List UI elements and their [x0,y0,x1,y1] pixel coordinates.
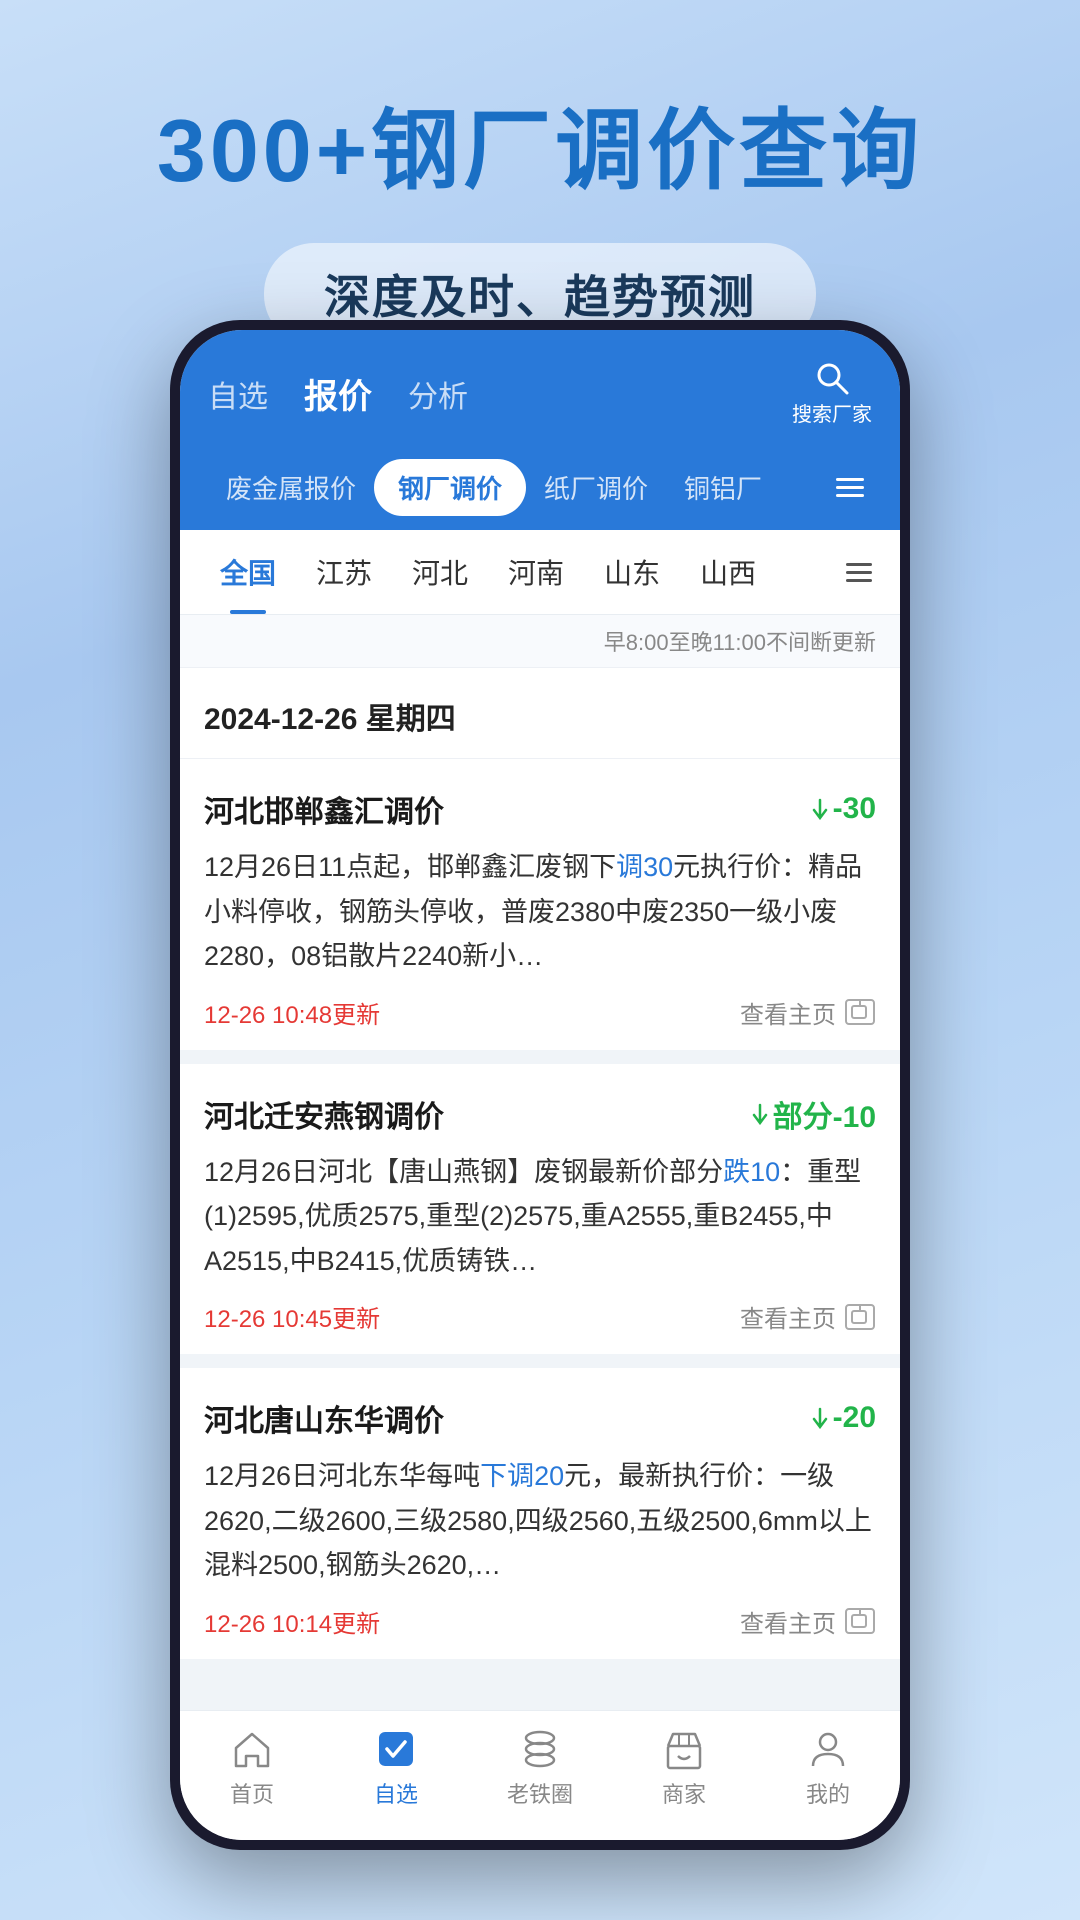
news-card-1[interactable]: 河北邯郸鑫汇调价 -30 12月26日11点起，邯郸鑫汇废钢下调30元执行价：精… [180,759,900,1050]
arrow-down-icon-3 [811,1407,829,1429]
news-body-1: 12月26日11点起，邯郸鑫汇废钢下调30元执行价：精品小料停收，钢筋头停收，普… [204,845,876,979]
search-button[interactable]: 搜索厂家 [792,360,872,427]
news-card-2[interactable]: 河北迁安燕钢调价 部分-10 12月26日河北【唐山燕钢】废钢最新价部分跌10：… [180,1064,900,1355]
arrow-down-icon-2 [751,1103,769,1125]
cat-tonglv[interactable]: 铜铝厂 [666,459,780,516]
region-bar: 全国 江苏 河北 河南 山东 山西 [180,530,900,615]
news-list: 河北邯郸鑫汇调价 -30 12月26日11点起，邯郸鑫汇废钢下调30元执行价：精… [180,759,900,1659]
cat-feijinshu[interactable]: 废金属报价 [208,459,374,516]
arrow-down-icon-1 [811,798,829,820]
bottom-nav: 首页 自选 老铁圈 [180,1710,900,1840]
region-hebei[interactable]: 河北 [392,530,488,614]
region-menu-icon[interactable] [838,555,880,590]
cat-gangchang[interactable]: 钢厂调价 [374,459,526,516]
bottom-nav-zixuan-label: 自选 [374,1777,418,1809]
news-link-1[interactable]: 查看主页 [740,995,876,1030]
news-time-3: 12-26 10:14更新 [204,1604,380,1639]
mine-icon [807,1728,849,1770]
bottom-nav-mine[interactable]: 我的 [756,1727,900,1809]
news-link-3[interactable]: 查看主页 [740,1604,876,1639]
nav-tab-baojia[interactable]: 报价 [304,369,372,418]
news-title-3: 河北唐山东华调价 [204,1396,444,1440]
link-icon-1 [844,998,876,1026]
region-jiangsu[interactable]: 江苏 [296,530,392,614]
news-card-3[interactable]: 河北唐山东华调价 -20 12月26日河北东华每吨下调20元，最新执行价：一级2… [180,1368,900,1659]
news-title-1: 河北邯郸鑫汇调价 [204,787,444,831]
region-shandong[interactable]: 山东 [584,530,680,614]
bottom-nav-laotie-label: 老铁圈 [507,1777,573,1809]
nav-tab-zixuan[interactable]: 自选 [208,372,268,416]
bottom-nav-home[interactable]: 首页 [180,1727,324,1809]
news-link-2[interactable]: 查看主页 [740,1299,876,1334]
shangjia-icon [663,1728,705,1770]
bottom-nav-shangjia[interactable]: 商家 [612,1727,756,1809]
top-nav: 自选 报价 分析 搜索厂家 废金属报价 钢厂调价 [180,330,900,530]
news-link-label-1: 查看主页 [740,995,836,1030]
bottom-nav-home-label: 首页 [230,1777,274,1809]
news-body-3: 12月26日河北东华每吨下调20元，最新执行价：一级2620,二级2600,三级… [204,1454,876,1588]
phone-screen: 自选 报价 分析 搜索厂家 废金属报价 钢厂调价 [180,330,900,1840]
region-henan[interactable]: 河南 [488,530,584,614]
region-quanguo[interactable]: 全国 [200,530,296,614]
news-change-3: -20 [811,1401,876,1435]
content-area[interactable]: 自选 报价 分析 搜索厂家 废金属报价 钢厂调价 [180,330,900,1710]
news-link-label-2: 查看主页 [740,1299,836,1334]
bottom-nav-mine-label: 我的 [806,1777,850,1809]
update-notice: 早8:00至晚11:00不间断更新 [180,615,900,668]
zixuan-icon [375,1728,417,1770]
category-menu-icon[interactable] [828,470,872,505]
home-icon [231,1728,273,1770]
news-body-2: 12月26日河北【唐山燕钢】废钢最新价部分跌10：重型(1)2595,优质257… [204,1150,876,1284]
phone-frame: 自选 报价 分析 搜索厂家 废金属报价 钢厂调价 [170,320,910,1850]
link-icon-2 [844,1303,876,1331]
news-link-label-3: 查看主页 [740,1604,836,1639]
hero-title: 300+钢厂调价查询 [0,0,1080,207]
bottom-nav-laotie[interactable]: 老铁圈 [468,1727,612,1809]
bottom-nav-shangjia-label: 商家 [662,1777,706,1809]
news-change-1: -30 [811,792,876,826]
nav-tab-fenxi[interactable]: 分析 [408,372,468,416]
region-shanxi[interactable]: 山西 [680,530,776,614]
date-header: 2024-12-26 星期四 [180,668,900,759]
news-change-2: 部分-10 [751,1092,876,1136]
news-title-2: 河北迁安燕钢调价 [204,1092,444,1136]
search-icon [814,360,850,396]
link-icon-3 [844,1607,876,1635]
hero-section: 300+钢厂调价查询 深度及时、趋势预测 [0,0,1080,345]
news-time-1: 12-26 10:48更新 [204,995,380,1030]
search-label: 搜索厂家 [792,398,872,427]
news-time-2: 12-26 10:45更新 [204,1299,380,1334]
cat-zhichang[interactable]: 纸厂调价 [526,459,666,516]
laotie-icon [519,1728,561,1770]
bottom-nav-zixuan[interactable]: 自选 [324,1727,468,1809]
